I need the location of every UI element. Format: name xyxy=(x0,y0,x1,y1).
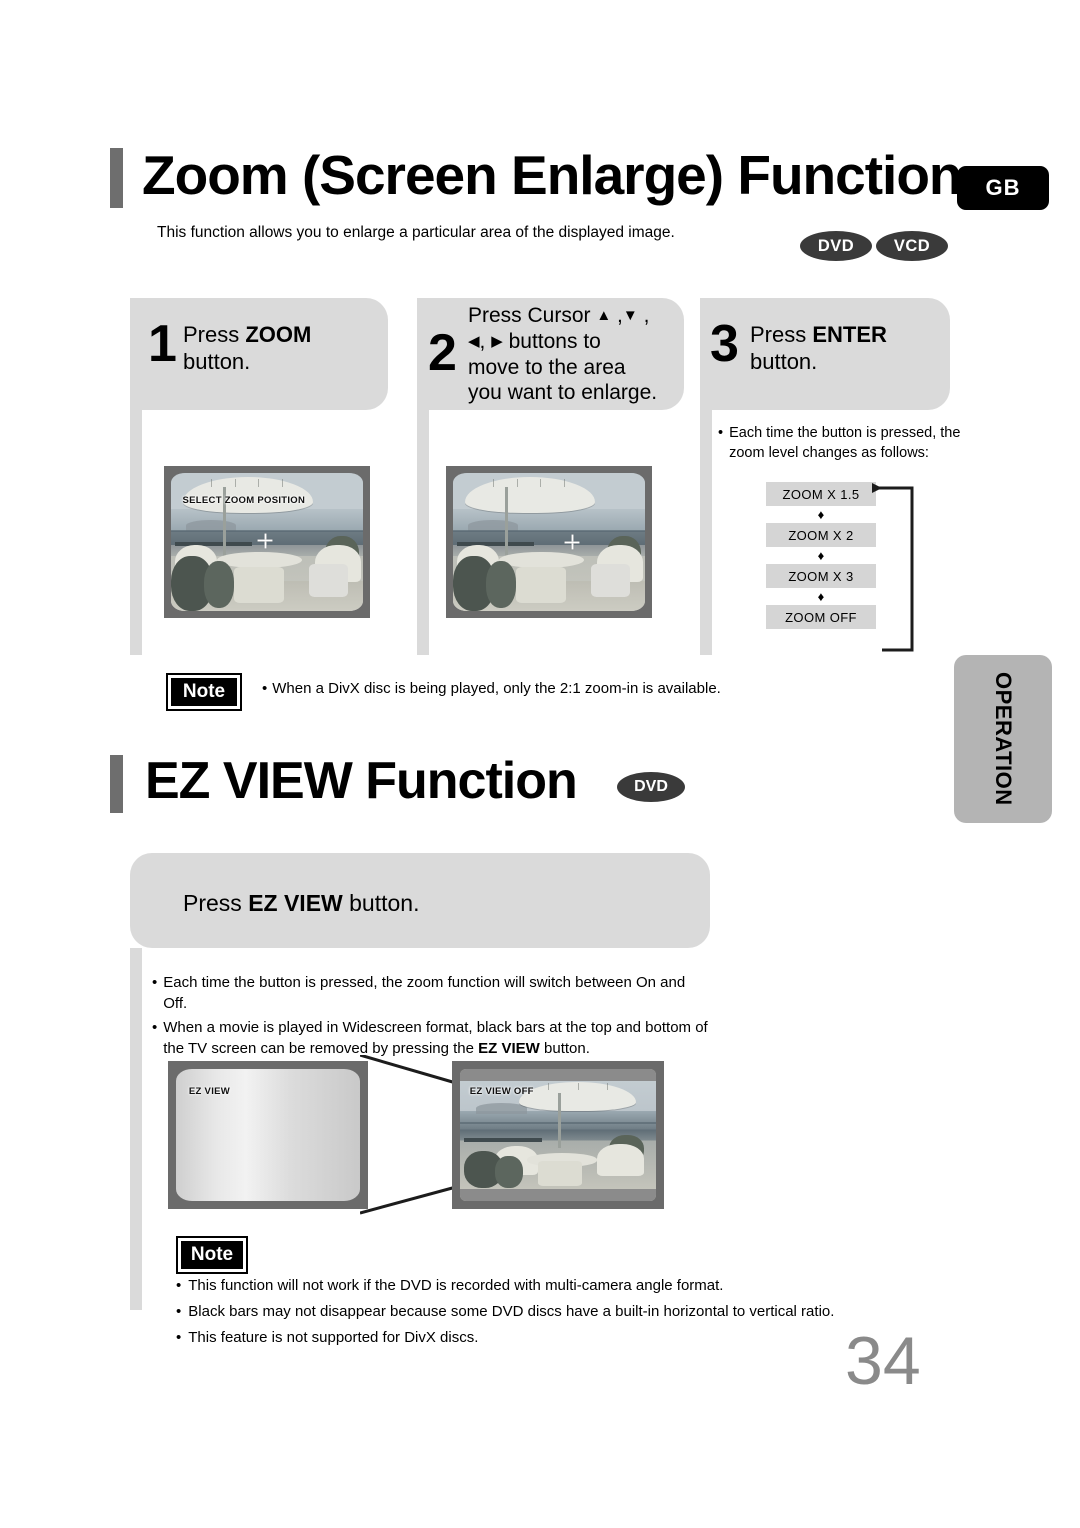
osd-ez-view-off: EZ VIEW OFF xyxy=(469,1086,534,1098)
tv-screen-ezview-on: EZ VIEW xyxy=(168,1061,368,1209)
ezview-stem xyxy=(130,948,142,1310)
bullet-icon: • xyxy=(262,680,268,697)
chair-front-center xyxy=(516,566,567,603)
umbrella-canopy xyxy=(518,1082,637,1112)
bush-left-2 xyxy=(495,1156,523,1188)
ezview-bullet-text: When a movie is played in Widescreen for… xyxy=(163,1018,708,1057)
step-1-number: 1 xyxy=(148,315,177,373)
bullet-icon: • xyxy=(176,1277,182,1294)
tv-screen-content: EZ VIEW xyxy=(176,1069,360,1201)
hill-shape xyxy=(475,1103,527,1114)
note-item: Black bars may not disappear because som… xyxy=(188,1303,835,1320)
list-item: • When a movie is played in Widescreen f… xyxy=(152,1017,712,1060)
sidebar-tab-operation: OPERATION xyxy=(954,655,1052,823)
tv-screen-content: EZ VIEW OFF xyxy=(460,1069,656,1201)
note-item: This feature is not supported for DivX d… xyxy=(188,1329,479,1346)
chair-front-center xyxy=(538,1161,582,1187)
horizon-line xyxy=(453,529,645,532)
umbrella-pole xyxy=(504,486,508,559)
bush-left-2 xyxy=(203,561,235,609)
list-item: • Each time the button is pressed, the z… xyxy=(152,972,712,1015)
tv-screen-select-zoom-position: SELECT ZOOM POSITION xyxy=(164,466,370,618)
ezview-note-list: • This function will not work if the DVD… xyxy=(176,1278,876,1356)
step-2-stem xyxy=(417,410,429,655)
step-1-text: Press ZOOM button. xyxy=(183,322,312,374)
document-page: Zoom (Screen Enlarge) Function GB This f… xyxy=(0,0,1080,1528)
terrace-photo xyxy=(453,473,645,611)
umbrella-pole xyxy=(558,1092,561,1149)
zoom-level-note-text: Each time the button is pressed, the zoo… xyxy=(729,425,961,461)
disc-badge-dvd: DVD xyxy=(800,231,872,261)
note-item: This function will not work if the DVD i… xyxy=(188,1277,724,1294)
bullet-icon: • xyxy=(718,425,724,441)
chair-front-right xyxy=(309,564,348,598)
bullet-icon: • xyxy=(176,1329,182,1346)
zoom-crosshair-cursor xyxy=(257,533,273,549)
umbrella-canopy xyxy=(464,477,596,513)
step-2-text: Press Cursor ▲ ,▼ , ◀, ▶ buttons to move t… xyxy=(468,304,658,405)
zoom-crosshair-cursor xyxy=(564,534,580,550)
chair-front-right xyxy=(591,564,630,598)
note-text-zoom: • When a DivX disc is being played, only … xyxy=(262,680,721,697)
ezview-heading-title: EZ VIEW Function xyxy=(145,752,578,810)
step-3-text: Press ENTER button. xyxy=(750,322,887,374)
flow-loop-arrow-icon xyxy=(872,483,914,652)
zoom-level-note: • Each time the button is pressed, the z… xyxy=(718,424,988,463)
chair-front-center xyxy=(234,566,285,603)
bullet-icon: • xyxy=(152,974,158,991)
sidebar-tab-label: OPERATION xyxy=(991,672,1016,806)
list-item: • This function will not work if the DVD… xyxy=(176,1278,876,1293)
zoom-subtitle: This function allows you to enlarge a pa… xyxy=(157,224,675,241)
table xyxy=(499,551,584,569)
osd-select-zoom-position: SELECT ZOOM POSITION xyxy=(182,495,306,507)
table xyxy=(217,551,302,569)
note-badge-ezview: Note xyxy=(176,1236,248,1274)
step-2-number: 2 xyxy=(428,324,457,382)
bush-left-2 xyxy=(485,561,517,609)
railing xyxy=(463,1137,543,1142)
step-3-number: 3 xyxy=(710,315,739,373)
ezview-heading-accent-bar xyxy=(110,755,123,813)
list-item: • This feature is not supported for DivX… xyxy=(176,1330,876,1345)
osd-ez-view: EZ VIEW xyxy=(188,1086,231,1098)
horizon-line xyxy=(171,529,363,532)
bullet-icon: • xyxy=(152,1018,158,1036)
tv-screen-content xyxy=(453,473,645,611)
zoom-heading-title: Zoom (Screen Enlarge) Function xyxy=(142,144,963,206)
note-badge-zoom: Note xyxy=(166,673,242,711)
tv-screen-content: SELECT ZOOM POSITION xyxy=(171,473,363,611)
page-number: 34 xyxy=(845,1323,921,1399)
tv-screen-zoom-target xyxy=(446,466,652,618)
step-3-stem xyxy=(700,410,712,655)
disc-badge-vcd: VCD xyxy=(876,231,948,261)
disc-badge-dvd-ezview: DVD xyxy=(617,772,685,802)
step-1-stem xyxy=(130,410,142,655)
chair-right xyxy=(597,1144,645,1176)
region-badge-gb: GB xyxy=(957,166,1049,210)
ezview-bullet-text: Each time the button is pressed, the zoo… xyxy=(163,974,686,1013)
zoom-heading-accent-bar xyxy=(110,148,123,208)
tv-screen-ezview-off: EZ VIEW OFF xyxy=(452,1061,664,1209)
note-item: When a DivX disc is being played, only t… xyxy=(272,680,721,697)
list-item: • Black bars may not disappear because s… xyxy=(176,1304,876,1319)
ezview-bullet-list: • Each time the button is pressed, the z… xyxy=(152,972,712,1061)
bullet-icon: • xyxy=(176,1303,182,1320)
ezview-instruction-text: Press EZ VIEW button. xyxy=(183,890,420,916)
screen-connector-lines xyxy=(360,1055,457,1215)
